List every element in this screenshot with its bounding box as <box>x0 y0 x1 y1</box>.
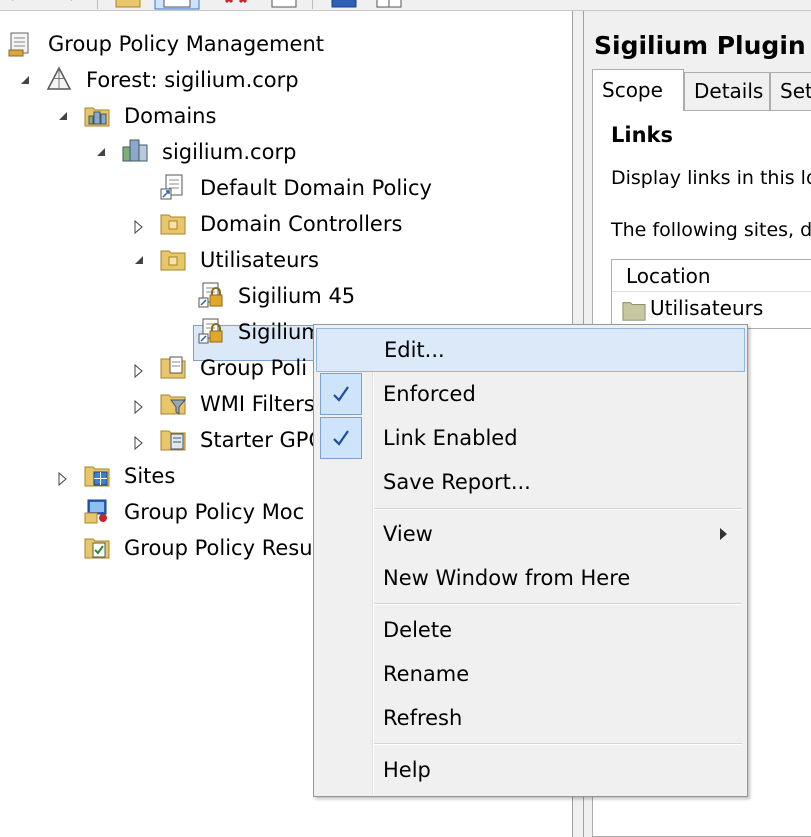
menu-item-label: Enforced <box>383 382 476 406</box>
collapse-triangle-icon[interactable] <box>55 108 71 124</box>
tree-node-results[interactable]: Group Policy Resu <box>124 532 313 564</box>
tab-scope[interactable]: Scope <box>592 69 684 111</box>
display-links-label: Display links in this loc <box>611 167 811 189</box>
menu-item-link-enabled[interactable]: Link Enabled <box>316 416 745 460</box>
tree-node-utilisateurs[interactable]: Utilisateurs <box>200 244 319 276</box>
modeling-icon <box>84 499 107 524</box>
menu-item-label: View <box>383 522 433 546</box>
toolbar <box>0 0 811 11</box>
collapse-triangle-icon[interactable] <box>17 72 33 88</box>
gpo-container-icon <box>160 356 186 379</box>
menu-item-help[interactable]: Help <box>316 748 745 792</box>
tree-node-domains[interactable]: Domains <box>124 100 216 132</box>
sites-folder-icon <box>84 466 110 487</box>
checkmark-icon <box>320 373 362 415</box>
menu-item-enforced[interactable]: Enforced <box>316 372 745 416</box>
menu-item-label: New Window from Here <box>383 566 631 590</box>
tab-details[interactable]: Details <box>684 72 770 110</box>
checkmark-icon <box>320 417 362 459</box>
tree-node-forest[interactable]: Forest: sigilium.corp <box>86 64 299 96</box>
ou-folder-icon <box>160 214 186 235</box>
menu-separator <box>374 508 742 510</box>
folder-up-icon[interactable] <box>115 0 141 8</box>
following-sites-text: The following sites, do <box>611 219 811 241</box>
context-menu: Edit... Enforced Link Enabled Save Repor… <box>313 324 748 797</box>
tree-node-wmi-filters[interactable]: WMI Filters <box>200 388 315 420</box>
enforced-gpo-link-icon <box>198 318 223 344</box>
tab-settings[interactable]: Set <box>770 72 811 110</box>
collapse-triangle-icon[interactable] <box>93 144 109 160</box>
tree-node-default-domain-policy[interactable]: Default Domain Policy <box>200 172 432 204</box>
menu-item-label: Refresh <box>383 706 463 730</box>
gpo-title: Sigilium Plugin <box>594 31 806 60</box>
help-icon[interactable] <box>331 0 357 8</box>
expand-triangle-icon[interactable] <box>131 219 147 235</box>
forward-icon[interactable] <box>58 0 76 8</box>
links-table: Location Utilisateurs <box>611 259 811 329</box>
tree-node-modeling[interactable]: Group Policy Moc <box>124 496 304 528</box>
tree-node-sites[interactable]: Sites <box>124 460 175 492</box>
gpo-link-icon <box>160 174 183 200</box>
menu-item-view[interactable]: View <box>316 512 745 556</box>
ou-folder-icon <box>622 302 646 321</box>
links-heading: Links <box>611 123 673 147</box>
gpmc-console-icon <box>8 32 29 57</box>
menu-separator <box>374 603 742 605</box>
menu-item-label: Help <box>383 758 431 782</box>
expand-triangle-icon[interactable] <box>131 363 147 379</box>
tree-node-domain-controllers[interactable]: Domain Controllers <box>200 208 402 240</box>
forest-icon <box>46 66 72 90</box>
menu-item-rename[interactable]: Rename <box>316 652 745 696</box>
tree-node-group-policy-objects[interactable]: Group Poli <box>200 352 307 384</box>
wmi-filter-folder-icon <box>160 394 186 415</box>
results-icon <box>84 538 110 559</box>
menu-item-label: Edit... <box>384 338 445 362</box>
location-cell: Utilisateurs <box>650 296 764 320</box>
tree-node-root[interactable]: Group Policy Management <box>48 28 324 60</box>
location-column-header[interactable]: Location <box>612 260 811 292</box>
tree-node-gpo-link[interactable]: Sigilium 45 <box>238 280 355 312</box>
menu-item-label: Link Enabled <box>383 426 518 450</box>
tree-node-gpo-link-selected[interactable]: Sigilium <box>238 316 322 348</box>
menu-item-edit[interactable]: Edit... <box>316 328 745 372</box>
console-icon[interactable] <box>376 0 402 8</box>
ou-folder-icon <box>160 250 186 271</box>
show-hide-tree-icon[interactable] <box>154 0 200 10</box>
collapse-triangle-icon[interactable] <box>131 252 147 268</box>
submenu-arrow-icon <box>720 528 727 540</box>
menu-separator <box>374 743 742 745</box>
menu-item-save-report[interactable]: Save Report... <box>316 460 745 504</box>
menu-item-label: Rename <box>383 662 470 686</box>
domains-folder-icon <box>84 107 110 127</box>
menu-item-delete[interactable]: Delete <box>316 608 745 652</box>
tree-node-starter-gpos[interactable]: Starter GPO <box>200 424 325 456</box>
expand-triangle-icon[interactable] <box>131 399 147 415</box>
enforced-gpo-link-icon <box>198 282 223 308</box>
delete-icon[interactable] <box>222 0 254 8</box>
back-icon[interactable] <box>8 0 26 8</box>
properties-icon[interactable] <box>271 0 297 8</box>
menu-item-new-window[interactable]: New Window from Here <box>316 556 745 600</box>
domain-icon <box>122 139 148 162</box>
expand-triangle-icon[interactable] <box>131 435 147 451</box>
starter-gpo-folder-icon <box>160 430 186 451</box>
menu-item-label: Delete <box>383 618 452 642</box>
expand-triangle-icon[interactable] <box>55 471 71 487</box>
menu-item-label: Save Report... <box>383 470 531 494</box>
menu-item-refresh[interactable]: Refresh <box>316 696 745 740</box>
tree-node-domain[interactable]: sigilium.corp <box>162 136 296 168</box>
